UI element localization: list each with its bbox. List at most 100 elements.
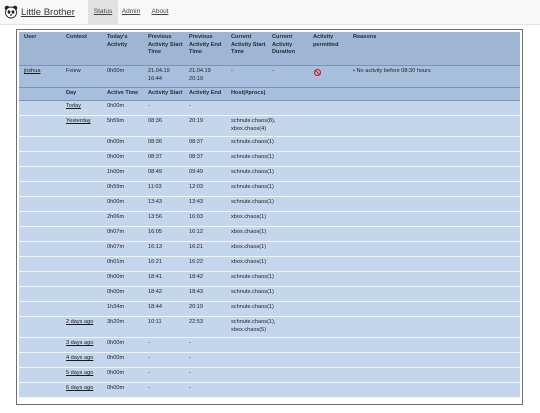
active-time-cell: 0h00m — [107, 139, 125, 145]
detail-row: 0h00m 08:36 08:37 schnute.chaos(1) — [19, 137, 520, 152]
active-time-cell: 1h34m — [107, 304, 125, 310]
activity-end-cell: - — [189, 385, 191, 391]
day-link[interactable]: 4 days ago — [66, 355, 93, 363]
table-header-row: User Context Today's Activity Previous Acti… — [19, 32, 520, 66]
activity-end-cell: - — [189, 355, 191, 361]
detail-row: Yesterday 5h59m 08:36 20:19 schnute.chaos(8)… — [19, 116, 520, 137]
user-row: jirshua Fview 0h00m 21.04.19 16:44 21.04.19 … — [19, 66, 520, 88]
activity-end-cell: - — [189, 340, 191, 346]
active-time-cell: 0h00m — [107, 154, 125, 160]
activity-start-cell: 11:03 — [148, 184, 162, 190]
active-time-cell: 0h00m — [107, 340, 125, 346]
current-start-cell: - — [231, 68, 233, 74]
detail-row: 2h06m 13:56 16:03 xbox.chaos(1) — [19, 212, 520, 227]
activity-start-cell: 10:11 — [148, 319, 162, 325]
activity-start-cell: 18:44 — [148, 304, 162, 310]
active-time-cell: 0h00m — [107, 289, 125, 295]
activity-start-cell: 16:21 — [148, 259, 162, 265]
column-header: Context — [66, 34, 87, 40]
activity-start-cell: - — [148, 370, 150, 376]
navbar: Little Brother Status Admin About — [0, 0, 540, 25]
detail-row: 0h07m 16:13 16:21 xbox.chaos(1) — [19, 242, 520, 257]
host-cell: schnute.chaos(1) — [231, 139, 274, 145]
detail-row: 1h00m 08:49 09:49 schnute.chaos(1) — [19, 167, 520, 182]
detail-row: 0h01m 16:21 16:22 xbox.chaos(1) — [19, 257, 520, 272]
detail-row: 6 days ago 0h00m - - — [19, 383, 520, 398]
detail-row: Today 0h00m - - — [19, 101, 520, 116]
column-header: Current Activity Start Time — [231, 34, 266, 56]
app-title[interactable]: Little Brother — [21, 7, 75, 18]
activity-start-cell: 08:37 — [148, 154, 162, 160]
active-time-cell: 0h07m — [107, 229, 125, 235]
host-cell: xbox.chaos(1) — [231, 244, 267, 250]
detail-row: 5 days ago 0h00m - - — [19, 368, 520, 383]
day-link[interactable]: 5 days ago — [66, 370, 93, 378]
detail-column-header: Active Time — [107, 90, 139, 96]
activity-end-cell: - — [189, 370, 191, 376]
activity-start-cell: 16:05 — [148, 229, 162, 235]
activity-end-cell: 16:22 — [189, 259, 203, 265]
activity-start-cell: 13:56 — [148, 214, 162, 220]
activity-end-cell: 22:53 — [189, 319, 203, 325]
active-time-cell: 5h59m — [107, 118, 125, 124]
column-header: Current Activity Duration — [272, 34, 295, 56]
activity-end-cell: 13:43 — [189, 199, 203, 205]
host-cell: xbox.chaos(1) — [231, 214, 267, 220]
host-cell: xbox.chaos(1) — [231, 229, 267, 235]
activity-start-cell: - — [148, 103, 150, 109]
column-header: Activity permitted — [313, 34, 339, 48]
active-time-cell: 2h06m — [107, 214, 125, 220]
activity-start-cell: 08:36 — [148, 118, 162, 124]
activity-start-cell: - — [148, 385, 150, 391]
detail-header-row: Day Active Time Activity Start Activity End… — [19, 88, 520, 101]
activity-end-cell: - — [189, 103, 191, 109]
detail-column-header: Activity End — [189, 90, 222, 96]
detail-column-header: Host(#procs) — [231, 90, 266, 96]
detail-row: 0h00m 18:41 18:42 schnute.chaos(1) — [19, 272, 520, 287]
nav-about[interactable]: About — [148, 0, 172, 24]
day-link[interactable]: 2 days ago — [66, 319, 93, 327]
reasons-list: • No activity before 08:30 hours — [353, 68, 431, 76]
activity-end-cell: 18:42 — [189, 274, 203, 280]
detail-row: 3 days ago 0h00m - - — [19, 338, 520, 353]
context-cell: Fview — [66, 68, 81, 74]
active-time-cell: 0h59m — [107, 184, 125, 190]
activity-end-cell: 16:12 — [189, 229, 203, 235]
detail-row: 4 days ago 0h00m - - — [19, 353, 520, 368]
active-time-cell: 0h07m — [107, 244, 125, 250]
host-cell: schnute.chaos(1) — [231, 304, 274, 310]
active-time-cell: 0h00m — [107, 274, 125, 280]
active-time-cell: 1h00m — [107, 169, 125, 175]
host-cell: schnute.chaos(1), xbox.chaos(5) — [231, 319, 276, 333]
active-time-cell: 0h00m — [107, 385, 125, 391]
no-entry-icon — [314, 69, 321, 76]
activity-start-cell: 18:42 — [148, 289, 162, 295]
user-name-link[interactable]: jirshua — [24, 68, 40, 76]
activity-end-cell: 16:21 — [189, 244, 203, 250]
activity-end-cell: 20:19 — [189, 118, 203, 124]
nav-admin[interactable]: Admin — [119, 0, 143, 24]
column-header: Today's Activity — [107, 34, 128, 48]
activity-end-cell: 12:03 — [189, 184, 203, 190]
active-time-cell: 0h00m — [107, 355, 125, 361]
detail-row: 1h34m 18:44 20:19 schnute.chaos(1) — [19, 302, 520, 317]
host-cell: xbox.chaos(1) — [231, 259, 267, 265]
activity-start-cell: 18:41 — [148, 274, 162, 280]
activity-start-cell: 08:36 — [148, 139, 162, 145]
activity-end-cell: 08:37 — [189, 139, 203, 145]
column-header: Previous Activity Start Time — [148, 34, 183, 56]
brand[interactable]: Little Brother — [4, 4, 75, 20]
nav-status[interactable]: Status — [88, 0, 118, 24]
activity-end-cell: 16:03 — [189, 214, 203, 220]
detail-column-header: Day — [66, 90, 77, 96]
active-time-cell: 3h20m — [107, 319, 125, 325]
day-link[interactable]: Yesterday — [66, 118, 91, 126]
panda-logo-icon — [4, 5, 18, 19]
active-time-cell: 0h00m — [107, 370, 125, 376]
activity-start-cell: 08:49 — [148, 169, 162, 175]
day-link[interactable]: Today — [66, 103, 81, 111]
day-link[interactable]: 6 days ago — [66, 385, 93, 393]
detail-row: 0h07m 16:05 16:12 xbox.chaos(1) — [19, 227, 520, 242]
status-panel: User Context Today's Activity Previous Acti… — [16, 29, 523, 405]
day-link[interactable]: 3 days ago — [66, 340, 93, 348]
